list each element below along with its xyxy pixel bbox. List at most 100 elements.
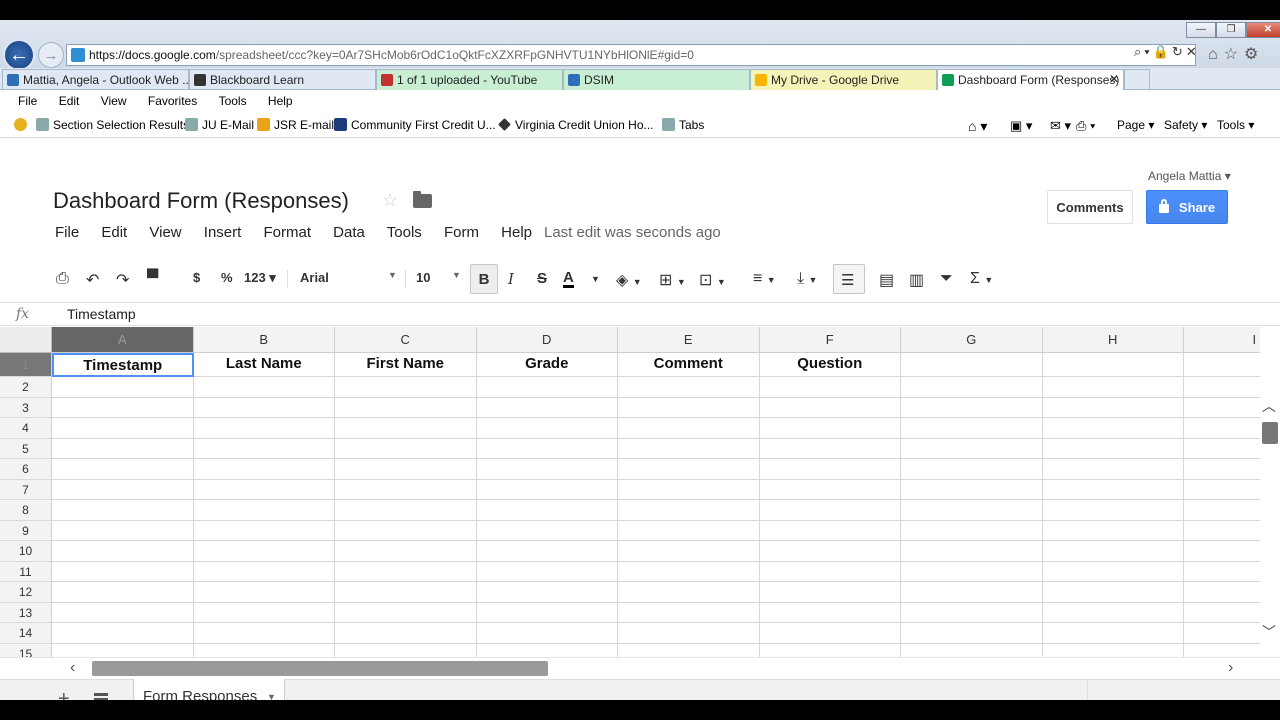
cell-e15[interactable] (618, 643, 760, 657)
row-header-5[interactable]: 5 (0, 438, 52, 459)
cell-c8[interactable] (335, 500, 477, 521)
cell-g15[interactable] (901, 643, 1043, 657)
address-tools[interactable]: ⌕▾🔒↻✕ (1134, 44, 1200, 60)
column-header-b[interactable]: B (193, 327, 335, 353)
cell-b12[interactable] (193, 582, 335, 603)
cell-i3[interactable] (1184, 398, 1260, 418)
chevron-down-icon[interactable]: ▼ (267, 692, 276, 700)
text-wrap-button[interactable]: ☰ (833, 264, 865, 294)
cell-e14[interactable] (618, 623, 760, 644)
cell-c9[interactable] (335, 520, 477, 541)
cell-c1[interactable]: First Name (335, 353, 477, 377)
insert-comment-icon[interactable]: ▤ (879, 270, 894, 290)
cell-a10[interactable] (52, 541, 194, 562)
cell-g5[interactable] (901, 438, 1043, 459)
browser-toolbar-icons[interactable]: ⌂☆⚙ (1208, 44, 1264, 64)
column-header-e[interactable]: E (618, 327, 760, 353)
vertical-scrollbar-thumb[interactable] (1262, 422, 1278, 444)
cell-i6[interactable] (1184, 459, 1260, 480)
minimize-button[interactable]: — (1186, 22, 1216, 38)
vertical-align-icon[interactable]: ⤓ ▼ (797, 270, 817, 288)
sheets-menu-file[interactable]: File (55, 224, 79, 241)
fav-jsr-email[interactable]: JSR E-mail (257, 118, 334, 132)
row-header-4[interactable]: 4 (0, 418, 52, 439)
cell-a1[interactable]: Timestamp (52, 353, 194, 377)
sheets-menu-help[interactable]: Help (501, 224, 532, 241)
menu-favorites[interactable]: Favorites (148, 94, 197, 108)
cell-d2[interactable] (476, 377, 618, 398)
cell-h12[interactable] (1042, 582, 1184, 603)
fav-virginia-credit-union[interactable]: Virginia Credit Union Ho... (498, 118, 654, 132)
cell-g4[interactable] (901, 418, 1043, 439)
cell-e1[interactable]: Comment (618, 353, 760, 377)
cell-g9[interactable] (901, 520, 1043, 541)
tab-outlook[interactable]: Mattia, Angela - Outlook Web ... (2, 69, 189, 90)
tools-menu[interactable]: Tools ▾ (1217, 118, 1254, 132)
add-sheet-icon[interactable]: + (58, 688, 70, 700)
share-button[interactable]: Share (1146, 190, 1228, 224)
functions-icon[interactable]: Σ ▼ (970, 270, 993, 288)
cell-b5[interactable] (193, 438, 335, 459)
cell-h9[interactable] (1042, 520, 1184, 541)
cell-i15[interactable] (1184, 644, 1260, 658)
cell-c13[interactable] (335, 602, 477, 623)
cell-a5[interactable] (52, 438, 194, 459)
horizontal-scrollbar-thumb[interactable] (92, 661, 548, 676)
paint-format-icon[interactable]: ▀ (147, 270, 158, 288)
cell-d8[interactable] (476, 500, 618, 521)
cell-d4[interactable] (476, 418, 618, 439)
tab-blackboard[interactable]: Blackboard Learn (189, 69, 376, 90)
cell-d9[interactable] (476, 520, 618, 541)
scroll-left-icon[interactable]: ‹ (70, 659, 75, 677)
cell-d6[interactable] (476, 459, 618, 480)
cell-f2[interactable] (759, 377, 901, 398)
cell-e8[interactable] (618, 500, 760, 521)
tab-google-drive[interactable]: My Drive - Google Drive (750, 69, 937, 90)
cell-h11[interactable] (1042, 561, 1184, 582)
row-header-3[interactable]: 3 (0, 397, 52, 418)
cell-h1[interactable] (1042, 353, 1184, 377)
cell-i9[interactable] (1184, 521, 1260, 541)
cell-e5[interactable] (618, 438, 760, 459)
scroll-up-icon[interactable]: ︿ (1262, 396, 1276, 416)
formula-bar[interactable]: fx Timestamp (0, 302, 1280, 326)
cell-a9[interactable] (52, 520, 194, 541)
cell-e10[interactable] (618, 541, 760, 562)
cell-c5[interactable] (335, 438, 477, 459)
bold-button[interactable]: B (470, 264, 498, 294)
cell-f13[interactable] (759, 602, 901, 623)
cell-b7[interactable] (193, 479, 335, 500)
cell-g11[interactable] (901, 561, 1043, 582)
cell-f5[interactable] (759, 438, 901, 459)
cell-a2[interactable] (52, 377, 194, 398)
fav-ju-email[interactable]: JU E-Mail (185, 118, 254, 132)
cell-g12[interactable] (901, 582, 1043, 603)
cell-c4[interactable] (335, 418, 477, 439)
row-header-9[interactable]: 9 (0, 520, 52, 541)
column-header-i[interactable]: I (1184, 327, 1260, 353)
cell-f9[interactable] (759, 520, 901, 541)
menu-edit[interactable]: Edit (59, 94, 80, 108)
cell-g14[interactable] (901, 623, 1043, 644)
cell-e2[interactable] (618, 377, 760, 398)
scroll-down-icon[interactable]: ﹀ (1262, 622, 1276, 642)
menu-help[interactable]: Help (268, 94, 293, 108)
row-header-12[interactable]: 12 (0, 582, 52, 603)
tab-dashboard-form[interactable]: Dashboard Form (Responses) ✕ (937, 69, 1124, 90)
fill-color-icon[interactable]: ◈ ▼ (616, 270, 642, 290)
cell-c11[interactable] (335, 561, 477, 582)
row-header-8[interactable]: 8 (0, 500, 52, 521)
star-icon[interactable]: ☆ (382, 190, 398, 211)
sheets-menu-edit[interactable]: Edit (101, 224, 127, 241)
row-header-13[interactable]: 13 (0, 602, 52, 623)
cell-i8[interactable] (1184, 500, 1260, 521)
cell-e12[interactable] (618, 582, 760, 603)
font-size-dropdown[interactable]: 10 ▼ (416, 270, 461, 285)
percent-format-button[interactable]: % (221, 270, 233, 285)
select-all-corner[interactable] (0, 327, 52, 353)
cell-g6[interactable] (901, 459, 1043, 480)
cell-a13[interactable] (52, 602, 194, 623)
cell-f3[interactable] (759, 397, 901, 418)
row-header-14[interactable]: 14 (0, 623, 52, 644)
document-title[interactable]: Dashboard Form (Responses) (53, 188, 349, 214)
